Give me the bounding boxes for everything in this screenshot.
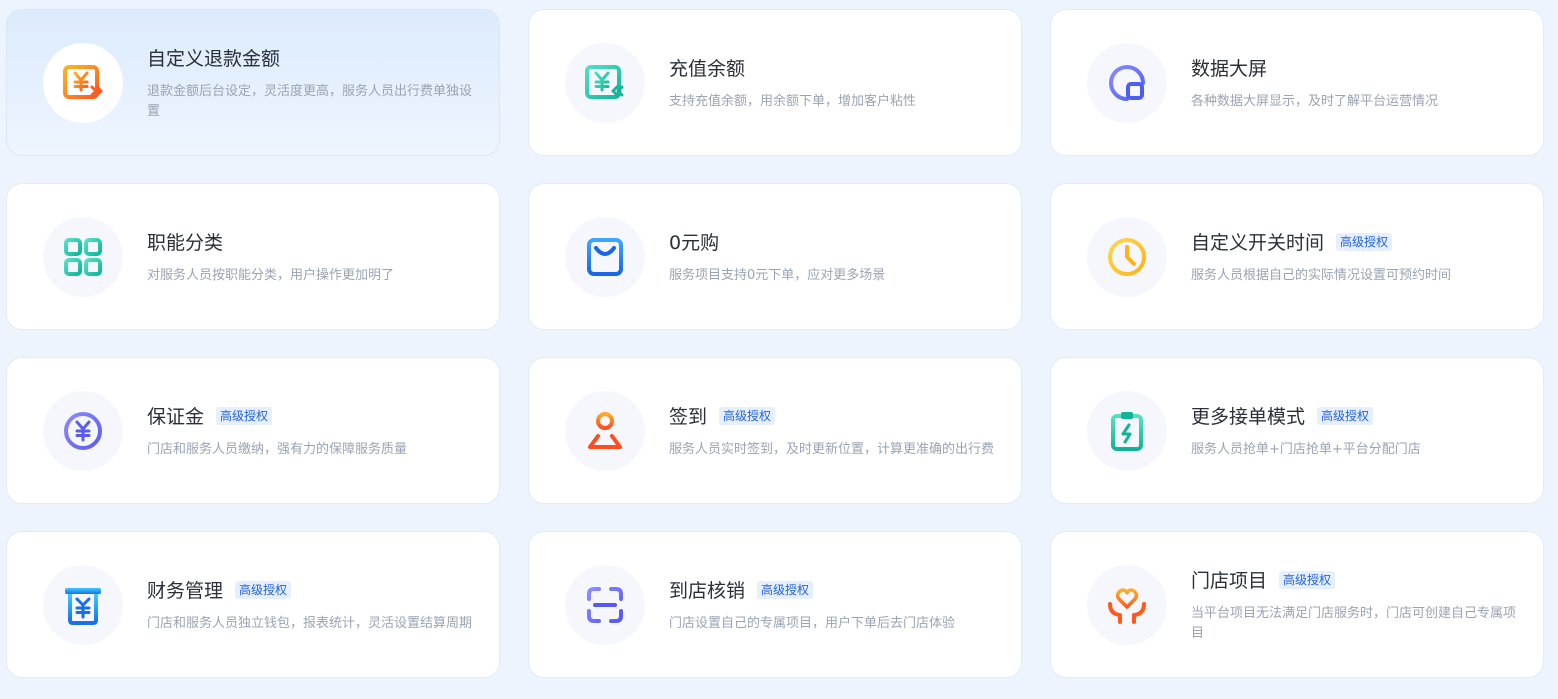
feature-description: 服务项目支持0元下单，应对更多场景 — [669, 267, 886, 283]
finance-yuan-icon — [43, 565, 123, 645]
feature-title: 职能分类 — [147, 232, 224, 254]
feature-card-role-category[interactable]: 职能分类 对服务人员按职能分类，用户操作更加明了 — [6, 183, 500, 330]
feature-description: 门店和服务人员独立钱包，报表统计，灵活设置结算周期 — [147, 615, 473, 631]
premium-badge: 高级授权 — [1279, 570, 1336, 589]
feature-title: 0元购 — [669, 232, 720, 254]
data-screen-icon — [1087, 43, 1167, 123]
feature-description: 服务人员实时签到，及时更新位置，计算更准确的出行费 — [669, 441, 995, 457]
feature-title: 保证金 — [147, 406, 205, 428]
feature-description: 服务人员根据自己的实际情况设置可预约时间 — [1191, 267, 1452, 283]
clock-icon — [1087, 217, 1167, 297]
location-pin-icon — [565, 391, 645, 471]
refund-yuan-icon — [43, 43, 123, 123]
premium-badge: 高级授权 — [216, 406, 273, 425]
feature-title: 财务管理 — [147, 580, 224, 602]
feature-card-store-projects[interactable]: 门店项目 高级授权 当平台项目无法满足门店服务时，门店可创建自己专属项目 — [1050, 531, 1544, 678]
premium-badge: 高级授权 — [1336, 232, 1393, 251]
feature-card-custom-hours[interactable]: 自定义开关时间 高级授权 服务人员根据自己的实际情况设置可预约时间 — [1050, 183, 1544, 330]
heart-hands-icon — [1087, 565, 1167, 645]
feature-description: 服务人员抢单+门店抢单+平台分配门店 — [1191, 441, 1421, 457]
feature-description: 门店设置自己的专属项目，用户下单后去门店体验 — [669, 615, 956, 631]
feature-card-check-in[interactable]: 签到 高级授权 服务人员实时签到，及时更新位置，计算更准确的出行费 — [528, 357, 1022, 504]
premium-badge: 高级授权 — [235, 580, 292, 599]
feature-description: 各种数据大屏显示，及时了解平台运营情况 — [1191, 93, 1439, 109]
feature-description: 门店和服务人员缴纳，强有力的保障服务质量 — [147, 441, 408, 457]
feature-card-finance[interactable]: 财务管理 高级授权 门店和服务人员独立钱包，报表统计，灵活设置结算周期 — [6, 531, 500, 678]
premium-badge: 高级授权 — [1317, 406, 1374, 425]
feature-title: 到店核销 — [669, 580, 746, 602]
feature-card-order-modes[interactable]: 更多接单模式 高级授权 服务人员抢单+门店抢单+平台分配门店 — [1050, 357, 1544, 504]
grid-category-icon — [43, 217, 123, 297]
feature-card-data-screen[interactable]: 数据大屏 各种数据大屏显示，及时了解平台运营情况 — [1050, 9, 1544, 156]
feature-grid: 自定义退款金额 退款金额后台设定，灵活度更高，服务人员出行费单独设置 充值余额 … — [0, 0, 1558, 699]
feature-description: 退款金额后台设定，灵活度更高，服务人员出行费单独设置 — [147, 83, 473, 119]
feature-title: 数据大屏 — [1191, 58, 1268, 80]
feature-title: 自定义开关时间 — [1191, 232, 1325, 254]
feature-description: 支持充值余额，用余额下单，增加客户粘性 — [669, 93, 917, 109]
feature-card-custom-refund[interactable]: 自定义退款金额 退款金额后台设定，灵活度更高，服务人员出行费单独设置 — [6, 9, 500, 156]
feature-card-recharge-balance[interactable]: 充值余额 支持充值余额，用余额下单，增加客户粘性 — [528, 9, 1022, 156]
scan-verify-icon — [565, 565, 645, 645]
feature-title: 更多接单模式 — [1191, 406, 1306, 428]
deposit-yuan-icon — [43, 391, 123, 471]
clipboard-lightning-icon — [1087, 391, 1167, 471]
feature-card-store-verify[interactable]: 到店核销 高级授权 门店设置自己的专属项目，用户下单后去门店体验 — [528, 531, 1022, 678]
feature-card-deposit[interactable]: 保证金 高级授权 门店和服务人员缴纳，强有力的保障服务质量 — [6, 357, 500, 504]
feature-title: 充值余额 — [669, 58, 746, 80]
feature-title: 门店项目 — [1191, 570, 1268, 592]
feature-card-zero-purchase[interactable]: 0元购 服务项目支持0元下单，应对更多场景 — [528, 183, 1022, 330]
shopping-bag-icon — [565, 217, 645, 297]
feature-description: 当平台项目无法满足门店服务时，门店可创建自己专属项目 — [1191, 605, 1517, 641]
feature-title: 自定义退款金额 — [147, 48, 281, 70]
recharge-yuan-icon — [565, 43, 645, 123]
feature-description: 对服务人员按职能分类，用户操作更加明了 — [147, 267, 395, 283]
premium-badge: 高级授权 — [719, 406, 776, 425]
feature-title: 签到 — [669, 406, 708, 428]
premium-badge: 高级授权 — [757, 580, 814, 599]
